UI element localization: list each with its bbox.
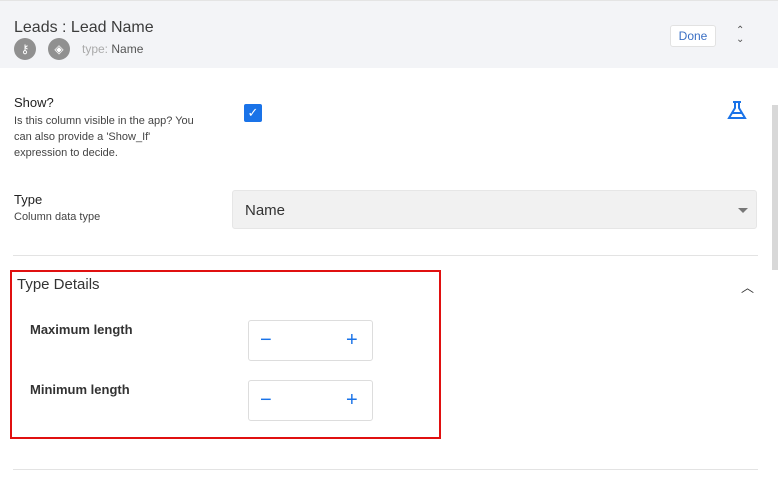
column-type: type: Name — [82, 42, 143, 56]
type-label: Type — [14, 192, 43, 207]
expand-collapse-icon[interactable]: ⌃ ⌄ — [736, 26, 744, 45]
increment-button[interactable]: + — [346, 389, 358, 412]
divider — [13, 255, 758, 256]
flask-icon[interactable] — [726, 100, 748, 120]
show-label: Show? — [14, 95, 54, 110]
chevron-up-icon[interactable]: ︿ — [741, 277, 754, 296]
type-select[interactable]: Name — [232, 190, 757, 229]
min-length-label: Minimum length — [30, 382, 130, 397]
key-icon[interactable]: ⚷ — [14, 38, 36, 60]
increment-button[interactable]: + — [346, 329, 358, 352]
decrement-button[interactable]: − — [260, 329, 272, 352]
decrement-button[interactable]: − — [260, 389, 272, 412]
min-length-stepper[interactable]: − + — [248, 380, 373, 421]
type-select-value: Name — [245, 202, 286, 219]
dropdown-arrow-icon — [738, 208, 748, 213]
tag-icon[interactable]: ◈ — [48, 38, 70, 60]
done-button[interactable]: Done — [670, 25, 716, 47]
divider — [13, 469, 758, 470]
type-value: Name — [111, 42, 144, 56]
show-description: Is this column visible in the app? You c… — [14, 115, 194, 159]
type-label: type: — [82, 42, 109, 56]
page-title: Leads : Lead Name — [14, 19, 154, 36]
type-description: Column data type — [14, 211, 101, 223]
max-length-label: Maximum length — [30, 322, 133, 337]
scrollbar[interactable] — [772, 105, 778, 270]
header: Leads : Lead Name ⚷ ◈ type: Name Done ⌃ ⌄ — [0, 0, 778, 68]
max-length-stepper[interactable]: − + — [248, 320, 373, 361]
highlight-box — [10, 270, 441, 439]
type-details-title[interactable]: Type Details — [17, 276, 100, 293]
show-checkbox[interactable]: ✓ — [244, 104, 262, 122]
